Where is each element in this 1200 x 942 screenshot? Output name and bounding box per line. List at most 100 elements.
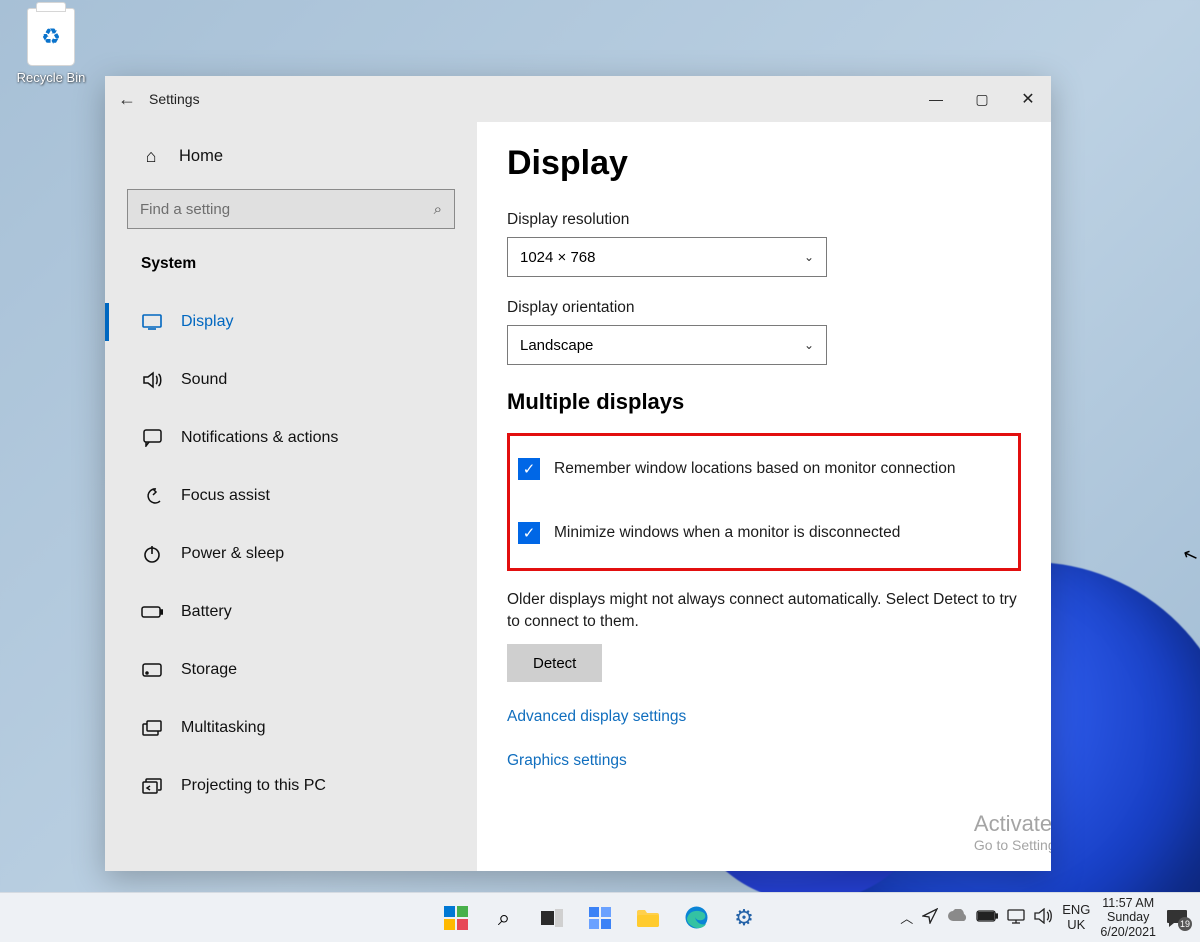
multiple-displays-heading: Multiple displays: [507, 389, 1021, 415]
display-icon: [141, 314, 163, 330]
widgets-icon: [589, 907, 611, 929]
sidebar-item-storage[interactable]: Storage: [105, 641, 477, 699]
annotation-highlight: ✓ Remember window locations based on mon…: [507, 433, 1021, 571]
language-indicator[interactable]: ENG UK: [1062, 903, 1090, 932]
taskbar: ⌕ ⚙ ︿: [0, 892, 1200, 942]
taskbar-pinned-apps: ⌕ ⚙: [434, 896, 766, 940]
sidebar-item-label: Projecting to this PC: [181, 777, 326, 795]
detect-button[interactable]: Detect: [507, 644, 602, 682]
folder-icon: [636, 908, 660, 928]
sound-icon: [141, 371, 163, 389]
focus-icon: [141, 487, 163, 506]
sidebar-item-projecting[interactable]: Projecting to this PC: [105, 757, 477, 815]
volume-icon[interactable]: [1034, 908, 1052, 928]
location-icon[interactable]: [922, 908, 938, 928]
taskbar-clock[interactable]: 11:57 AM Sunday 6/20/2021: [1100, 896, 1156, 939]
orientation-dropdown[interactable]: Landscape ⌄: [507, 325, 827, 365]
sidebar-item-label: Focus assist: [181, 487, 270, 505]
onedrive-icon[interactable]: [947, 909, 967, 926]
sidebar-home-label: Home: [179, 147, 223, 166]
task-view-button[interactable]: [530, 896, 574, 940]
titlebar: ← Settings — ▢ ✕: [105, 76, 1051, 122]
edge-browser-button[interactable]: [674, 896, 718, 940]
widgets-button[interactable]: [578, 896, 622, 940]
edge-icon: [685, 906, 708, 929]
remember-window-locations-label: Remember window locations based on monit…: [554, 460, 956, 478]
checkbox-checked-icon[interactable]: ✓: [518, 522, 540, 544]
battery-tray-icon[interactable]: [976, 909, 998, 926]
page-title: Display: [507, 144, 1021, 183]
desktop-icon-recycle-bin[interactable]: ♻ Recycle Bin: [12, 8, 90, 87]
settings-app-button[interactable]: ⚙: [722, 896, 766, 940]
gear-icon: ⚙: [734, 905, 754, 931]
search-input[interactable]: Find a setting ⌕: [127, 189, 455, 229]
settings-window: ← Settings — ▢ ✕ ⌂ Home Find a setting ⌕…: [105, 76, 1051, 871]
search-placeholder: Find a setting: [140, 201, 230, 218]
sidebar-item-notifications[interactable]: Notifications & actions: [105, 409, 477, 467]
sidebar-item-label: Storage: [181, 661, 237, 679]
storage-icon: [141, 663, 163, 677]
minimize-on-disconnect-label: Minimize windows when a monitor is disco…: [554, 524, 900, 542]
sidebar-item-label: Sound: [181, 371, 227, 389]
settings-content: Display Display resolution 1024 × 768 ⌄ …: [477, 122, 1051, 871]
checkbox-checked-icon[interactable]: ✓: [518, 458, 540, 480]
sidebar-home[interactable]: ⌂ Home: [105, 132, 477, 189]
sidebar-category: System: [105, 249, 477, 283]
sidebar-item-label: Power & sleep: [181, 545, 284, 563]
sidebar-nav: Display Sound Notifications & actions: [105, 293, 477, 815]
start-button[interactable]: [434, 896, 478, 940]
chevron-down-icon: ⌄: [804, 338, 814, 352]
remember-window-locations-checkbox-row[interactable]: ✓ Remember window locations based on mon…: [518, 448, 1002, 490]
search-icon: ⌕: [434, 201, 442, 218]
power-icon: [141, 545, 163, 563]
sidebar-item-sound[interactable]: Sound: [105, 351, 477, 409]
sidebar: ⌂ Home Find a setting ⌕ System Display: [105, 122, 477, 871]
maximize-button[interactable]: ▢: [959, 76, 1005, 122]
resolution-label: Display resolution: [507, 211, 1021, 229]
battery-icon: [141, 606, 163, 618]
action-center-button[interactable]: 19: [1166, 909, 1188, 927]
project-icon: [141, 778, 163, 794]
home-icon: ⌂: [141, 146, 161, 167]
resolution-value: 1024 × 768: [520, 249, 596, 266]
back-button[interactable]: ←: [105, 89, 149, 110]
sidebar-item-label: Battery: [181, 603, 232, 621]
task-view-icon: [541, 909, 563, 927]
network-icon[interactable]: [1007, 908, 1025, 928]
system-tray: ︿ ENG UK 11:57 AM Sunday 6/20/2021: [900, 896, 1200, 939]
notification-count-badge: 19: [1178, 917, 1192, 931]
window-title: Settings: [149, 91, 200, 107]
search-icon: ⌕: [498, 905, 510, 931]
mouse-cursor: ↖: [1180, 543, 1200, 568]
sidebar-item-focus-assist[interactable]: Focus assist: [105, 467, 477, 525]
sidebar-item-power-sleep[interactable]: Power & sleep: [105, 525, 477, 583]
minimize-button[interactable]: —: [913, 76, 959, 122]
windows-logo-icon: [444, 906, 468, 930]
minimize-on-disconnect-checkbox-row[interactable]: ✓ Minimize windows when a monitor is dis…: [518, 512, 1002, 554]
orientation-value: Landscape: [520, 337, 593, 354]
sidebar-item-label: Display: [181, 313, 233, 331]
chevron-down-icon: ⌄: [804, 250, 814, 264]
sidebar-item-label: Multitasking: [181, 719, 265, 737]
resolution-dropdown[interactable]: 1024 × 768 ⌄: [507, 237, 827, 277]
desktop-icon-label: Recycle Bin: [17, 70, 86, 85]
file-explorer-button[interactable]: [626, 896, 670, 940]
graphics-settings-link[interactable]: Graphics settings: [507, 752, 1021, 770]
language-primary: ENG: [1062, 903, 1090, 917]
advanced-display-settings-link[interactable]: Advanced display settings: [507, 708, 1021, 726]
taskbar-search-button[interactable]: ⌕: [482, 896, 526, 940]
sidebar-item-multitasking[interactable]: Multitasking: [105, 699, 477, 757]
sidebar-item-display[interactable]: Display: [105, 293, 477, 351]
orientation-label: Display orientation: [507, 299, 1021, 317]
recycle-bin-icon: ♻: [27, 8, 75, 66]
watermark-subtitle: Go to Settings to activate Windows: [974, 837, 1051, 853]
clock-day: Sunday: [1100, 910, 1156, 924]
multitask-icon: [141, 720, 163, 736]
tray-overflow-button[interactable]: ︿: [900, 908, 913, 927]
sidebar-item-label: Notifications & actions: [181, 429, 338, 447]
older-displays-text: Older displays might not always connect …: [507, 589, 1021, 632]
close-button[interactable]: ✕: [1005, 76, 1051, 122]
sidebar-item-battery[interactable]: Battery: [105, 583, 477, 641]
language-secondary: UK: [1062, 918, 1090, 932]
clock-date: 6/20/2021: [1100, 925, 1156, 939]
